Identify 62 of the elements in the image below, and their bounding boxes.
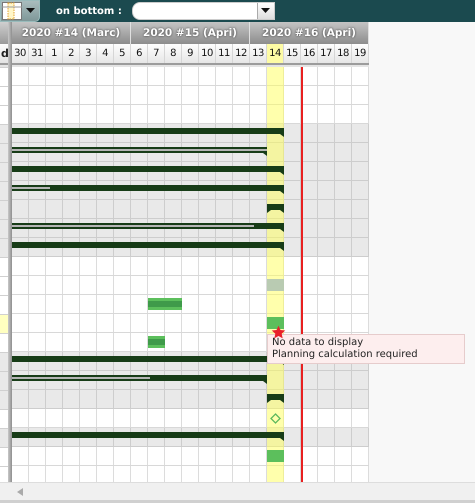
- left-arrow-icon[interactable]: [17, 488, 23, 496]
- table-icon: [2, 2, 22, 20]
- row-header-cell[interactable]: [0, 143, 8, 162]
- summary-bar[interactable]: [12, 432, 284, 441]
- day-header-cell: 9: [182, 44, 199, 63]
- row-header-cell[interactable]: [0, 428, 8, 447]
- summary-bar[interactable]: [12, 166, 284, 175]
- week-header-cell: 2020 #16 (Apri): [250, 22, 369, 44]
- day-header-cell: 4: [97, 44, 114, 63]
- row-header-cell[interactable]: [0, 314, 8, 333]
- day-header-cell: 8: [165, 44, 182, 63]
- summary-bar[interactable]: [12, 185, 284, 194]
- diamond-icon[interactable]: [270, 413, 281, 424]
- row-header-cell[interactable]: [0, 162, 8, 181]
- day-header-cell: 31: [29, 44, 46, 63]
- day-header-cell: 5: [114, 44, 131, 63]
- tooltip-text: No data to display: [272, 337, 364, 349]
- task-bar[interactable]: [148, 336, 165, 348]
- view-button[interactable]: [0, 0, 40, 22]
- day-header-cell: 10: [199, 44, 216, 63]
- day-header-cell: 18: [335, 44, 352, 63]
- day-header-cell: 12: [233, 44, 250, 63]
- task-bar[interactable]: [267, 279, 284, 291]
- day-header-cell: 19: [352, 44, 369, 63]
- tooltip-text: Planning calculation required: [272, 349, 419, 361]
- row-header-cell[interactable]: [0, 390, 8, 409]
- day-header-cell: 13: [250, 44, 267, 63]
- column-header: d: [1, 47, 8, 60]
- task-bar[interactable]: [148, 298, 182, 310]
- summary-bar[interactable]: [12, 147, 267, 156]
- day-header-cell: 17: [318, 44, 335, 63]
- week-header-cell: 2020 #14 (Marc): [12, 22, 131, 44]
- summary-bar[interactable]: [12, 375, 267, 384]
- row-header-cell[interactable]: [0, 352, 8, 371]
- day-header-cell: 1: [46, 44, 63, 63]
- summary-bar[interactable]: [267, 204, 284, 213]
- row-header-cell[interactable]: [0, 371, 8, 390]
- day-header-cell: 15: [284, 44, 301, 63]
- day-header-cell: 3: [80, 44, 97, 63]
- day-header-cell: 16: [301, 44, 318, 63]
- task-bar[interactable]: [267, 450, 284, 462]
- summary-bar[interactable]: [12, 242, 284, 251]
- caret-icon: [261, 8, 270, 14]
- row-header-cell[interactable]: [0, 219, 8, 238]
- day-header-cell: 11: [216, 44, 233, 63]
- toolbar-label: on bottom :: [56, 6, 122, 16]
- combo-box[interactable]: [132, 2, 275, 20]
- day-header-cell: 14: [267, 44, 284, 63]
- row-header-cell[interactable]: [0, 181, 8, 200]
- row-header-cell[interactable]: [0, 200, 8, 219]
- row-header-cell[interactable]: [0, 238, 8, 257]
- summary-bar[interactable]: [267, 394, 284, 403]
- day-header-cell: 6: [131, 44, 148, 63]
- summary-bar[interactable]: [12, 223, 284, 232]
- day-header-cell: 2: [63, 44, 80, 63]
- week-header-cell: 2020 #15 (Apri): [131, 22, 250, 44]
- caret-icon: [26, 8, 35, 14]
- summary-bar[interactable]: [12, 128, 284, 137]
- day-header-cell: 30: [12, 44, 29, 63]
- row-header-cell[interactable]: [0, 124, 8, 143]
- horizontal-scrollbar[interactable]: [0, 482, 475, 500]
- day-header-cell: 7: [148, 44, 165, 63]
